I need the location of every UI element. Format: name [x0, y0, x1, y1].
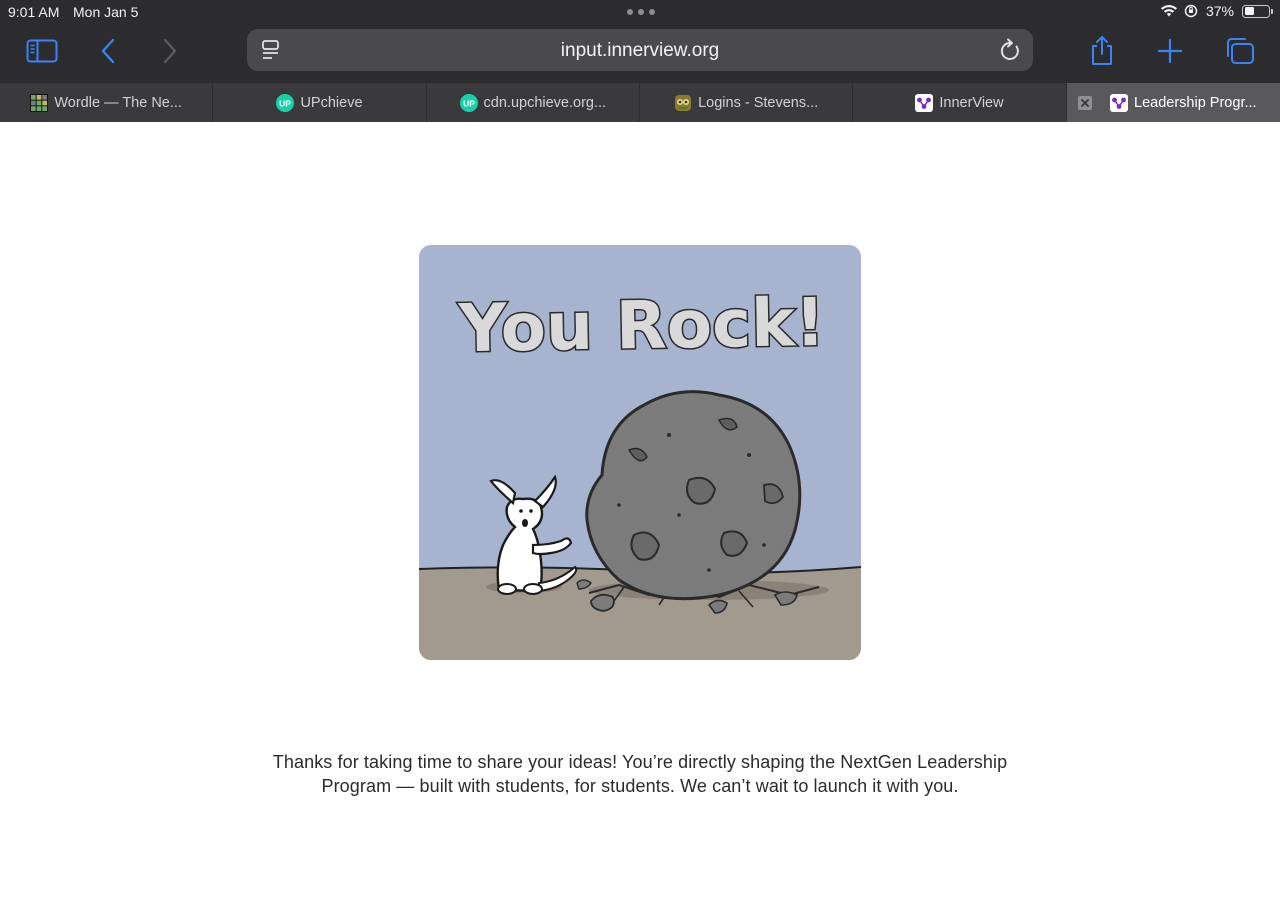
share-button[interactable]: [1082, 34, 1122, 68]
tab-upchieve[interactable]: UP UPchieve: [213, 83, 427, 122]
address-bar[interactable]: input.innerview.org: [247, 29, 1033, 71]
orientation-lock-icon: [1184, 4, 1198, 18]
tab-innerview[interactable]: InnerView: [853, 83, 1067, 122]
multitasking-dots-icon[interactable]: [627, 9, 655, 15]
battery-icon: [1242, 4, 1273, 18]
wordle-grid-icon: [30, 93, 49, 112]
plus-icon: [1157, 38, 1183, 64]
browser-chrome: 9:01 AM Mon Jan 5 37% input.innerview.or…: [0, 0, 1280, 122]
tab-title: Wordle — The Ne...: [54, 94, 182, 111]
tab-title: UPchieve: [300, 94, 363, 111]
sidebar-icon: [26, 39, 58, 63]
you-rock-heading: You Rock!: [457, 284, 826, 367]
wifi-icon: [1160, 5, 1177, 17]
new-tab-button[interactable]: [1150, 34, 1190, 68]
message-line-2: Program — built with students, for stude…: [321, 776, 959, 796]
innerview-icon: [915, 93, 934, 112]
thank-you-message: Thanks for taking time to share your ide…: [240, 750, 1040, 798]
tab-wordle[interactable]: Wordle — The Ne...: [0, 83, 214, 122]
tab-bar: Wordle — The Ne... UP UPchieve UP cdn.up…: [0, 83, 1280, 122]
share-icon: [1092, 36, 1112, 65]
upchieve-icon: UP: [459, 93, 478, 112]
status-bar: 9:01 AM Mon Jan 5 37%: [0, 0, 1280, 24]
battery-percent: 37%: [1205, 3, 1234, 19]
tab-title: Leadership Progr...: [1134, 94, 1257, 111]
tab-logins-stevens[interactable]: Logins - Stevens...: [639, 83, 854, 122]
svg-text:UP: UP: [280, 98, 292, 108]
tab-cdn-upchieve[interactable]: UP cdn.upchieve.org...: [426, 83, 640, 122]
reload-icon: [1000, 38, 1019, 60]
browser-toolbar: input.innerview.org: [0, 24, 1280, 82]
tab-leadership-program[interactable]: Leadership Progr...: [1066, 83, 1280, 122]
message-line-1: Thanks for taking time to share your ide…: [272, 752, 1008, 772]
tab-close-button[interactable]: [1077, 96, 1092, 110]
status-indicators: 37%: [1160, 3, 1273, 19]
status-time: 9:01 AM: [8, 4, 60, 20]
you-rock-illustration: You Rock!: [419, 245, 861, 660]
svg-text:UP: UP: [463, 98, 475, 108]
battery-fill: [1244, 7, 1255, 15]
reload-button[interactable]: [999, 38, 1021, 67]
tab-overview-icon: [1227, 38, 1254, 64]
owl-icon: [674, 94, 692, 112]
tab-title: InnerView: [939, 94, 1004, 111]
chevron-right-icon: [163, 38, 177, 64]
tab-title: Logins - Stevens...: [698, 94, 819, 111]
status-date: Mon Jan 5: [73, 4, 139, 20]
tab-overview-button[interactable]: [1220, 34, 1260, 68]
tab-title: cdn.upchieve.org...: [483, 94, 607, 111]
sidebar-toggle-button[interactable]: [22, 34, 62, 68]
forward-button[interactable]: [150, 34, 190, 68]
back-button[interactable]: [88, 34, 128, 68]
close-icon: [1080, 99, 1089, 107]
url-text[interactable]: input.innerview.org: [247, 40, 1033, 62]
upchieve-icon: UP: [276, 93, 295, 112]
web-page-content: You Rock! Thanks for taking time to shar…: [0, 122, 1280, 898]
chevron-left-icon: [101, 38, 115, 64]
innerview-icon: [1110, 93, 1129, 112]
cartoon-rock-image: You Rock!: [419, 245, 861, 660]
